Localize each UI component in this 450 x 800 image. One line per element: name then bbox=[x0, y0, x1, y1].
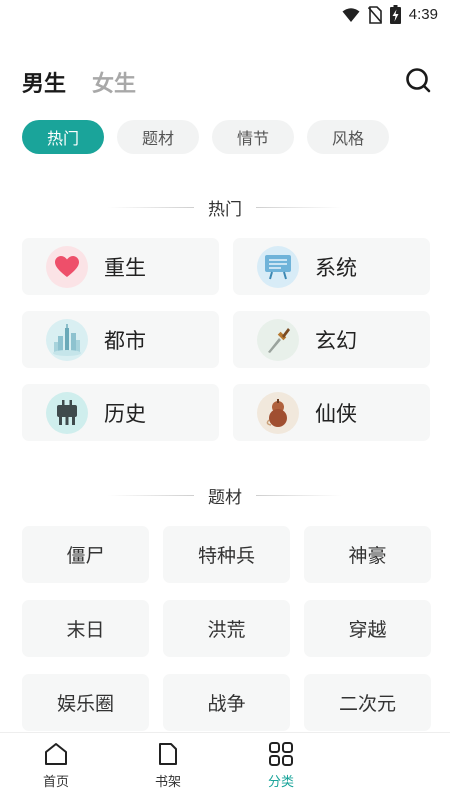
theme-item[interactable]: 末日 bbox=[22, 600, 149, 657]
tab-female[interactable]: 女生 bbox=[92, 66, 136, 98]
chip-style[interactable]: 风格 bbox=[307, 120, 389, 154]
divider-line bbox=[256, 206, 342, 208]
theme-item[interactable]: 特种兵 bbox=[163, 526, 290, 583]
chip-plot[interactable]: 情节 bbox=[212, 120, 294, 154]
hot-item-label: 仙侠 bbox=[315, 401, 357, 426]
hot-item-rebirth[interactable]: 重生 bbox=[22, 238, 219, 295]
hot-item-history[interactable]: 历史 bbox=[22, 384, 219, 441]
status-time: 4:39 bbox=[408, 6, 438, 23]
section-title-text: 题材 bbox=[208, 487, 242, 508]
theme-item[interactable]: 娱乐圈 bbox=[22, 674, 149, 731]
no-sim-icon bbox=[367, 5, 382, 24]
status-bar: 4:39 bbox=[0, 0, 450, 34]
nav-bookshelf[interactable]: 书架 bbox=[133, 741, 203, 790]
theme-item[interactable]: 僵尸 bbox=[22, 526, 149, 583]
nav-label: 书架 bbox=[154, 775, 181, 790]
status-icons: 4:39 bbox=[342, 5, 438, 24]
hot-grid: 重生 系统 都市 玄幻 历史 仙侠 bbox=[22, 238, 430, 441]
screen-icon bbox=[257, 245, 299, 288]
hot-item-label: 玄幻 bbox=[315, 328, 357, 353]
theme-item[interactable]: 洪荒 bbox=[163, 600, 290, 657]
dagger-icon bbox=[257, 318, 299, 361]
hot-item-fantasy[interactable]: 玄幻 bbox=[233, 311, 430, 368]
nav-label: 分类 bbox=[267, 775, 294, 790]
divider-line bbox=[108, 206, 194, 208]
divider-line bbox=[256, 494, 342, 496]
theme-grid: 僵尸 特种兵 神豪 末日 洪荒 穿越 娱乐圈 战争 二次元 bbox=[22, 526, 431, 731]
battery-charging-icon bbox=[389, 5, 401, 24]
hot-item-label: 历史 bbox=[104, 401, 146, 426]
hot-item-system[interactable]: 系统 bbox=[233, 238, 430, 295]
search-icon[interactable] bbox=[404, 66, 432, 94]
theme-item[interactable]: 战争 bbox=[163, 674, 290, 731]
theme-item[interactable]: 二次元 bbox=[304, 674, 431, 731]
theme-item[interactable]: 神豪 bbox=[304, 526, 431, 583]
nav-home[interactable]: 首页 bbox=[21, 741, 91, 790]
theme-item[interactable]: 穿越 bbox=[304, 600, 431, 657]
hot-item-label: 都市 bbox=[104, 328, 146, 353]
hot-item-label: 系统 bbox=[315, 255, 357, 280]
section-title-hot: 热门 bbox=[0, 195, 450, 220]
chip-theme[interactable]: 题材 bbox=[117, 120, 199, 154]
bookshelf-icon bbox=[159, 743, 177, 765]
home-icon bbox=[45, 743, 67, 765]
nav-category[interactable]: 分类 bbox=[246, 741, 316, 790]
tab-male[interactable]: 男生 bbox=[22, 66, 66, 98]
divider-line bbox=[108, 494, 194, 496]
section-title-text: 热门 bbox=[208, 199, 242, 220]
hot-item-xianxia[interactable]: 仙侠 bbox=[233, 384, 430, 441]
gourd-icon bbox=[257, 391, 299, 434]
section-title-theme: 题材 bbox=[0, 483, 450, 508]
hot-item-label: 重生 bbox=[104, 255, 146, 280]
city-icon bbox=[46, 318, 88, 361]
category-grid-icon bbox=[269, 742, 293, 766]
bronze-vessel-icon bbox=[46, 391, 88, 434]
wifi-icon bbox=[342, 7, 360, 22]
hot-item-city[interactable]: 都市 bbox=[22, 311, 219, 368]
filter-chips: 热门 题材 情节 风格 bbox=[22, 120, 389, 154]
heart-icon bbox=[46, 245, 88, 288]
bottom-nav: 首页 书架 分类 bbox=[0, 732, 450, 800]
chip-hot[interactable]: 热门 bbox=[22, 120, 104, 154]
nav-label: 首页 bbox=[42, 775, 69, 790]
header: 男生 女生 bbox=[22, 62, 432, 102]
